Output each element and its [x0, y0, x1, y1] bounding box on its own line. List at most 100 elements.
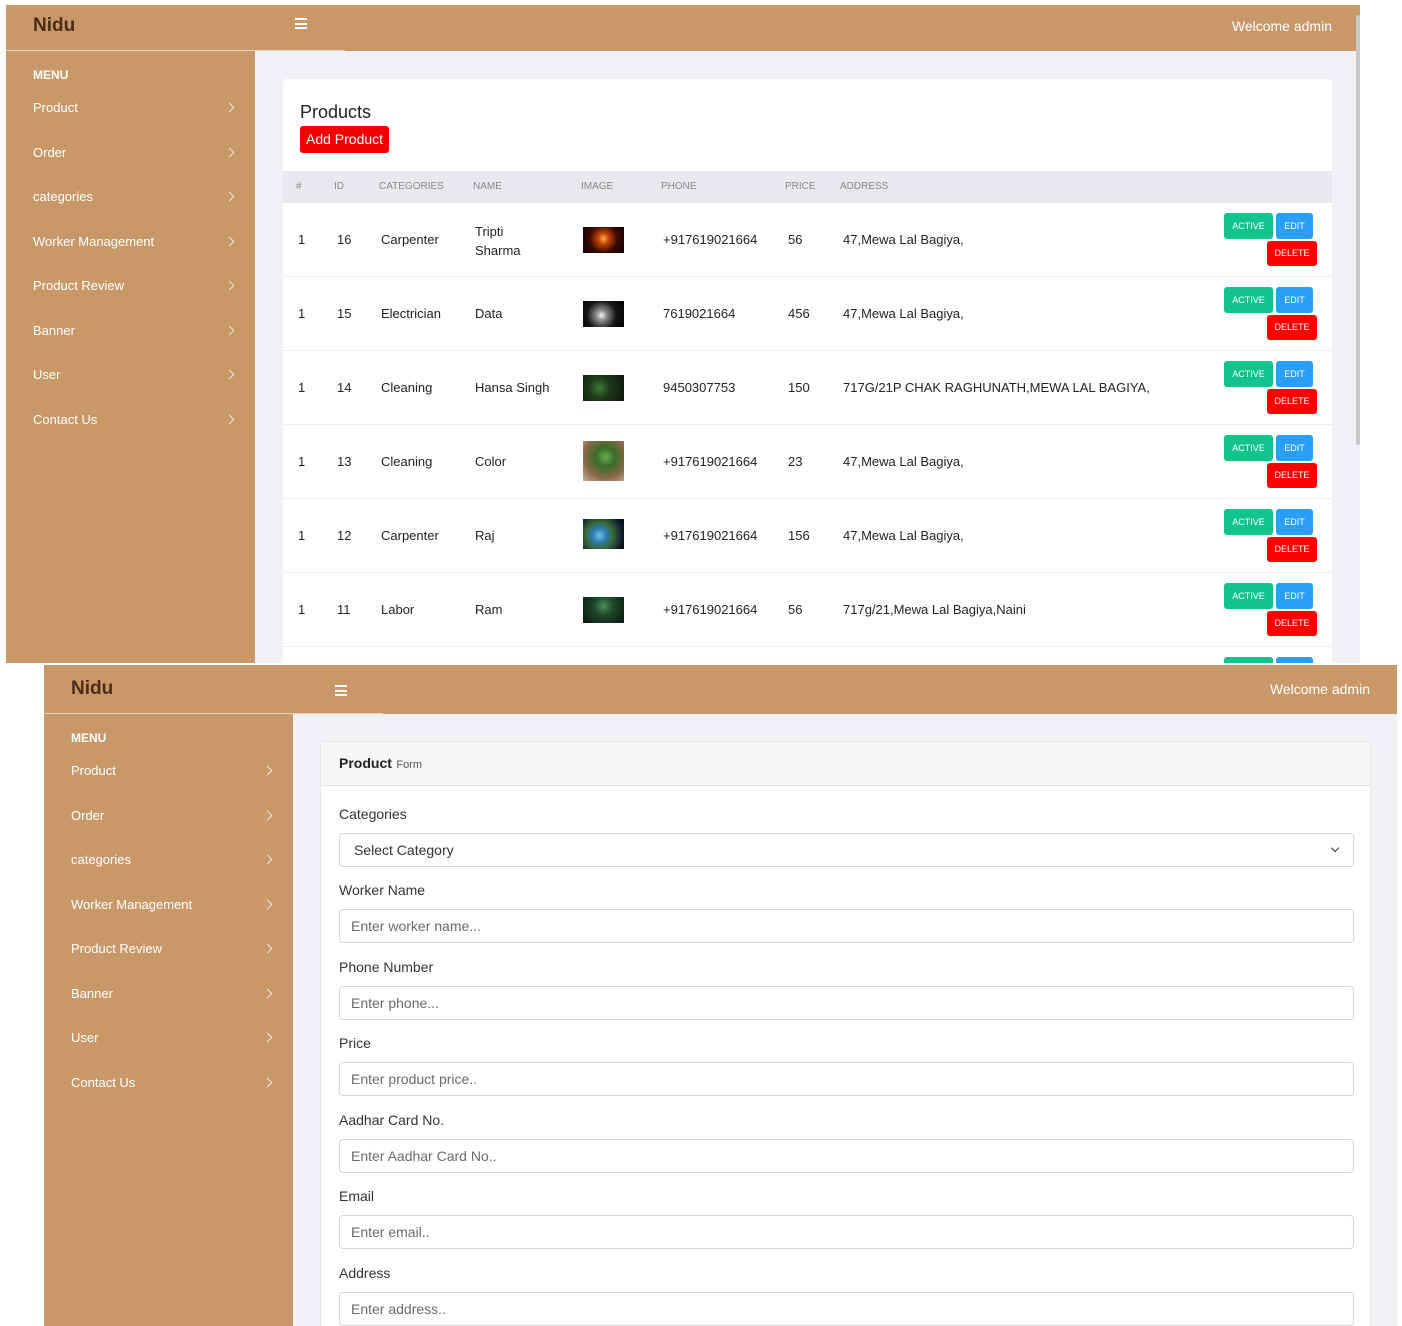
row-category: Carpenter: [381, 232, 439, 247]
row-number: 1: [298, 528, 306, 543]
product-form-screen: Nidu Welcome admin MENU Product Order ca…: [44, 665, 1397, 1326]
edit-button[interactable]: EDIT: [1276, 361, 1313, 387]
product-thumbnail[interactable]: [583, 597, 624, 623]
edit-button[interactable]: EDIT: [1276, 213, 1313, 239]
sidebar-item-product[interactable]: Product: [44, 759, 293, 804]
sidebar-item-user[interactable]: User: [44, 1026, 293, 1071]
add-product-button[interactable]: Add Product: [300, 126, 390, 153]
delete-button[interactable]: DELETE: [1267, 241, 1317, 266]
sidebar-item-label: Order: [71, 807, 105, 823]
product-thumbnail[interactable]: [583, 519, 624, 549]
edit-button[interactable]: EDIT: [1276, 509, 1313, 535]
product-thumbnail[interactable]: [583, 227, 624, 253]
column-header: NAME: [473, 181, 502, 192]
aadhar-input[interactable]: [339, 1139, 1354, 1173]
sidebar-item-label: Product Review: [71, 941, 163, 956]
form-title: Product: [339, 755, 392, 771]
product-thumbnail[interactable]: [583, 375, 624, 401]
sidebar-item-contact-us[interactable]: Contact Us: [6, 408, 255, 453]
row-category: Labor: [381, 602, 415, 617]
row-category: Cleaning: [381, 454, 433, 469]
delete-button[interactable]: DELETE: [1267, 315, 1317, 340]
sidebar-item-label: Banner: [33, 322, 75, 338]
sidebar-item-user[interactable]: User: [6, 363, 255, 408]
row-number: 1: [298, 454, 306, 469]
brand-logo[interactable]: Nidu: [44, 665, 293, 714]
sidebar-item-banner[interactable]: Banner: [44, 982, 293, 1027]
delete-button[interactable]: DELETE: [1267, 611, 1317, 636]
sidebar-item-product[interactable]: Product: [6, 96, 255, 141]
edit-button[interactable]: [1276, 657, 1313, 663]
row-price: 56: [788, 602, 803, 617]
chevron-down-icon: [1330, 843, 1340, 853]
chevron-right-icon: [262, 943, 273, 954]
active-button[interactable]: [1224, 657, 1273, 663]
edit-button[interactable]: EDIT: [1276, 287, 1313, 313]
address-input[interactable]: [339, 1292, 1354, 1326]
worker-name-input[interactable]: [339, 909, 1354, 943]
sidebar-item-order[interactable]: Order: [44, 804, 293, 849]
price-input[interactable]: [339, 1062, 1354, 1096]
row-id: 15: [337, 306, 352, 321]
menu-title: MENU: [33, 68, 69, 82]
active-button[interactable]: ACTIVE: [1224, 435, 1273, 461]
product-thumbnail[interactable]: [583, 441, 624, 481]
categories-label: Categories: [339, 806, 407, 822]
active-button[interactable]: ACTIVE: [1224, 583, 1273, 609]
chevron-right-icon: [262, 1032, 273, 1043]
chevron-right-icon: [262, 988, 273, 998]
welcome-text: Welcome admin: [1231, 18, 1332, 34]
sidebar-item-order[interactable]: Order: [6, 141, 255, 186]
sidebar-item-banner[interactable]: Banner: [6, 319, 255, 364]
sidebar-item-product-review[interactable]: Product Review: [6, 274, 255, 319]
sidebar-item-categories[interactable]: categories: [44, 848, 293, 893]
active-button[interactable]: ACTIVE: [1224, 287, 1273, 313]
active-button[interactable]: ACTIVE: [1224, 509, 1273, 535]
delete-button[interactable]: DELETE: [1267, 537, 1317, 562]
table-row: [283, 647, 1332, 663]
scrollbar[interactable]: [1356, 15, 1360, 445]
row-price: 456: [788, 306, 810, 321]
sidebar-item-worker-management[interactable]: Worker Management: [44, 893, 293, 938]
sidebar: MENU Product Order categories Worker Man…: [6, 51, 255, 663]
chevron-right-icon: [262, 810, 273, 820]
hamburger-menu-icon[interactable]: [295, 18, 307, 29]
brand-logo[interactable]: Nidu: [6, 5, 255, 51]
sidebar-item-categories[interactable]: categories: [6, 185, 255, 230]
column-header: #: [296, 181, 302, 192]
product-list-screen: Nidu Welcome admin MENU Product Order ca…: [6, 5, 1360, 663]
sidebar-item-worker-management[interactable]: Worker Management: [6, 230, 255, 275]
phone-input[interactable]: [339, 986, 1354, 1020]
chevron-right-icon: [224, 191, 235, 202]
table-row: 1 16 Carpenter Tripti Sharma +9176190216…: [283, 203, 1332, 277]
row-price: 150: [788, 380, 810, 395]
category-select[interactable]: Select Category: [339, 833, 1354, 867]
active-button[interactable]: ACTIVE: [1224, 361, 1273, 387]
sidebar-item-label: Product: [71, 763, 116, 778]
edit-button[interactable]: EDIT: [1276, 583, 1313, 609]
row-id: 12: [337, 528, 352, 543]
hamburger-menu-icon[interactable]: [335, 685, 347, 696]
sidebar-item-product-review[interactable]: Product Review: [44, 937, 293, 982]
product-thumbnail[interactable]: [583, 301, 624, 327]
sidebar-item-label: Order: [33, 144, 67, 160]
column-header: ID: [334, 181, 344, 192]
top-navbar: Nidu Welcome admin: [44, 665, 1397, 714]
delete-button[interactable]: DELETE: [1267, 389, 1317, 414]
sidebar-item-label: Contact Us: [33, 411, 98, 427]
row-name: Raj: [475, 528, 495, 543]
row-address: 47,Mewa Lal Bagiya,: [843, 232, 964, 247]
active-button[interactable]: ACTIVE: [1224, 213, 1273, 239]
row-name: Hansa Singh: [475, 380, 550, 395]
row-price: 156: [788, 528, 810, 543]
row-phone: +917619021664: [663, 528, 758, 543]
aadhar-label: Aadhar Card No.: [339, 1112, 445, 1128]
table-header: # ID CATEGORIES NAME IMAGE PHONE PRICE A…: [283, 171, 1332, 203]
delete-button[interactable]: DELETE: [1267, 463, 1317, 488]
sidebar-item-label: Worker Management: [33, 233, 155, 249]
email-input[interactable]: [339, 1215, 1354, 1249]
chevron-right-icon: [262, 1077, 273, 1087]
table-row: 1 13 Cleaning Color +917619021664 23 47,…: [283, 425, 1332, 499]
sidebar-item-contact-us[interactable]: Contact Us: [44, 1071, 293, 1116]
edit-button[interactable]: EDIT: [1276, 435, 1313, 461]
